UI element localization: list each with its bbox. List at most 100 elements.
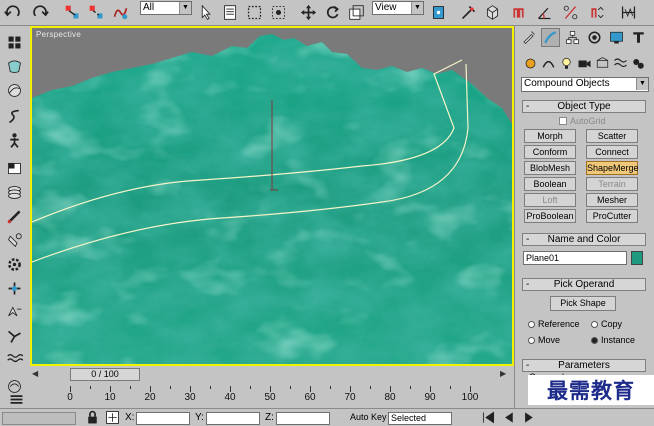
play-icon[interactable] [518,407,539,426]
minus-icon: - [526,101,530,112]
perspective-viewport[interactable]: Perspective [30,26,514,366]
auto-key-button[interactable]: Auto Key [350,412,387,422]
motor-icon[interactable] [4,278,25,299]
move-radio[interactable]: Move [528,335,560,345]
track-tick-label: 40 [224,392,236,403]
select-and-link-icon[interactable] [62,2,82,22]
hierarchy-tab-icon[interactable] [563,28,582,47]
selection-filter-dropdown[interactable]: All ▼ [140,1,192,15]
object-type-button-shapemerge[interactable]: ShapeMerge [586,161,639,175]
chevron-right-icon[interactable]: ▶ [500,369,511,380]
reference-coordinate-dropdown[interactable]: View ▼ [372,1,424,15]
soft-body-icon[interactable] [4,56,25,77]
object-type-rollout-header[interactable]: - Object Type [522,100,646,113]
object-type-button-procutter[interactable]: ProCutter [586,209,638,223]
rope-icon[interactable] [4,106,25,127]
hinge-icon[interactable] [4,230,25,251]
wind-icon[interactable] [4,302,25,323]
object-type-button-proboolean[interactable]: ProBoolean [524,209,576,223]
geometry-icon[interactable] [521,54,540,73]
track-tick [410,386,411,389]
systems-icon[interactable] [629,54,648,73]
spring-icon[interactable] [4,206,25,227]
object-type-button-mesher[interactable]: Mesher [586,193,638,207]
mini-curve-editor-icon[interactable] [6,389,27,410]
cloth-icon[interactable] [4,158,25,179]
category-dropdown[interactable]: Compound Objects ▼ [521,77,649,92]
track-tick [290,386,291,389]
ragdoll-icon[interactable] [4,130,25,151]
object-color-swatch[interactable] [631,251,643,265]
helpers-icon[interactable] [593,54,612,73]
status-bar: X: Y: Z: Auto Key Selected [0,395,654,426]
snaps-toggle-icon[interactable] [508,2,528,22]
unlink-icon[interactable] [86,2,106,22]
cameras-icon[interactable] [575,54,594,73]
object-type-button-boolean[interactable]: Boolean [524,177,576,191]
viewport-label[interactable]: Perspective [36,30,81,39]
create-tab-icon[interactable] [519,28,538,47]
space-warps-icon[interactable] [611,54,630,73]
select-and-manipulate-icon[interactable] [458,2,478,22]
reference-radio[interactable]: Reference [528,319,580,329]
motion-tab-icon[interactable] [585,28,604,47]
time-slider[interactable]: 0 / 100 [70,368,140,381]
goto-start-icon[interactable] [478,407,499,426]
pick-operand-rollout-header[interactable]: - Pick Operand [522,278,646,291]
main-toolbar: All ▼ View ▼ [0,0,654,26]
spinner-snap-icon[interactable] [586,2,606,22]
y-coordinate-field[interactable] [206,412,260,425]
x-coordinate-field[interactable] [136,412,190,425]
modify-tab-icon[interactable] [541,28,560,47]
instance-radio[interactable]: Instance [591,335,635,345]
object-type-button-scatter[interactable]: Scatter [586,129,638,143]
select-and-rotate-icon[interactable] [322,2,342,22]
previous-frame-icon[interactable] [498,407,519,426]
layers-icon[interactable] [4,182,25,203]
fracture-icon[interactable] [4,326,25,347]
minus-icon: - [526,279,530,290]
object-type-button-blobmesh[interactable]: BlobMesh [524,161,576,175]
rectangular-selection-icon[interactable] [244,2,264,22]
parameters-rollout-header[interactable]: - Parameters [522,359,646,372]
lock-icon[interactable] [82,407,103,426]
object-type-button-morph[interactable]: Morph [524,129,576,143]
object-name-field[interactable]: Plane01 [523,251,627,265]
pivot-center-icon[interactable] [428,2,448,22]
chevron-down-icon: ▼ [636,78,648,90]
named-selection-sets-icon[interactable] [618,2,638,22]
lights-icon[interactable] [557,54,576,73]
create-box-icon[interactable] [4,32,25,53]
z-coordinate-field[interactable] [276,412,330,425]
select-and-move-icon[interactable] [298,2,318,22]
absolute-mode-icon[interactable] [102,407,123,426]
name-and-color-rollout-header[interactable]: - Name and Color [522,233,646,246]
object-type-button-conform[interactable]: Conform [524,145,576,159]
redo-icon[interactable] [30,2,50,22]
window-crossing-icon[interactable] [268,2,288,22]
undo-icon[interactable] [2,2,22,22]
utilities-tab-icon[interactable] [629,28,648,47]
water-icon[interactable] [4,348,25,369]
object-type-button-terrain[interactable]: Terrain [586,177,638,191]
autogrid-checkbox[interactable]: AutoGrid [559,116,606,126]
key-filter-dropdown[interactable]: Selected [388,412,452,425]
sphere-icon[interactable] [4,80,25,101]
bind-space-warp-icon[interactable] [110,2,130,22]
pick-shape-button[interactable]: Pick Shape [550,296,616,311]
object-type-button-loft[interactable]: Loft [524,193,576,207]
select-object-icon[interactable] [196,2,216,22]
select-and-scale-icon[interactable] [346,2,366,22]
track-bar[interactable]: 0 10 20 30 40 50 60 70 80 90 100 [30,382,510,406]
chevron-down-icon: ▼ [179,2,191,14]
select-by-name-icon[interactable] [220,2,240,22]
angle-snap-icon[interactable] [534,2,554,22]
gear-icon[interactable] [4,254,25,275]
copy-radio[interactable]: Copy [591,319,622,329]
shapes-icon[interactable] [539,54,558,73]
object-type-button-connect[interactable]: Connect [586,145,638,159]
chevron-left-icon[interactable]: ◀ [32,369,43,380]
keyboard-shortcut-override-icon[interactable] [482,2,502,22]
percent-snap-icon[interactable] [560,2,580,22]
display-tab-icon[interactable] [607,28,626,47]
